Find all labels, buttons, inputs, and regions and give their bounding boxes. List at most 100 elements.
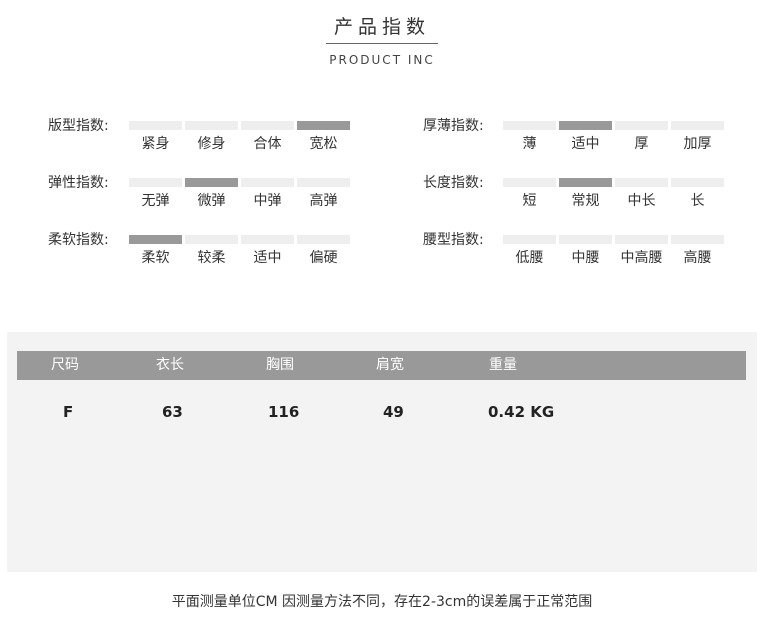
index-bar bbox=[503, 121, 556, 130]
size-table-header: 尺码 衣长 胸围 肩宽 重量 bbox=[17, 351, 746, 380]
index-option: 高腰 bbox=[671, 235, 724, 267]
index-option: 柔软 bbox=[129, 235, 182, 267]
index-bar bbox=[129, 235, 182, 244]
index-bar bbox=[503, 178, 556, 187]
index-option-label: 低腰 bbox=[515, 250, 544, 266]
index-option: 无弹 bbox=[129, 178, 182, 210]
index-bar bbox=[559, 178, 612, 187]
index-option: 短 bbox=[503, 178, 556, 210]
cell-shoulder: 49 bbox=[383, 403, 404, 421]
index-bar bbox=[615, 178, 668, 187]
page-title: 产品指数 bbox=[333, 16, 430, 38]
index-bar bbox=[185, 178, 238, 187]
index-option-label: 中腰 bbox=[571, 250, 600, 266]
index-softness: 柔软指数: 柔软 较柔 适中 偏硬 bbox=[48, 231, 358, 271]
index-bar bbox=[129, 178, 182, 187]
index-option: 修身 bbox=[185, 121, 238, 153]
index-option-label: 厚 bbox=[634, 136, 649, 152]
index-label: 柔软指数: bbox=[48, 232, 109, 248]
cell-length: 63 bbox=[162, 403, 183, 421]
page-subtitle: PRODUCT INC bbox=[329, 53, 435, 67]
index-option-label: 柔软 bbox=[141, 250, 170, 266]
index-option: 低腰 bbox=[503, 235, 556, 267]
index-thickness: 厚薄指数: 薄 适中 厚 加厚 bbox=[423, 117, 733, 157]
index-fit: 版型指数: 紧身 修身 合体 宽松 bbox=[48, 117, 358, 157]
index-elasticity: 弹性指数: 无弹 微弹 中弹 高弹 bbox=[48, 174, 358, 214]
index-bar bbox=[671, 178, 724, 187]
index-option-label: 无弹 bbox=[141, 193, 170, 209]
index-waist: 腰型指数: 低腰 中腰 中高腰 高腰 bbox=[423, 231, 733, 271]
index-option: 微弹 bbox=[185, 178, 238, 210]
index-option-label: 较柔 bbox=[197, 250, 226, 266]
header-weight: 重量 bbox=[489, 357, 517, 373]
index-option-label: 宽松 bbox=[309, 136, 338, 152]
index-bar bbox=[185, 121, 238, 130]
index-option-label: 中长 bbox=[627, 193, 656, 209]
index-option: 常规 bbox=[559, 178, 612, 210]
index-bar bbox=[297, 235, 350, 244]
index-label: 长度指数: bbox=[423, 175, 484, 191]
index-bar bbox=[241, 178, 294, 187]
index-option: 紧身 bbox=[129, 121, 182, 153]
title-underline bbox=[326, 43, 438, 44]
index-option-label: 短 bbox=[522, 193, 537, 209]
index-option-label: 合体 bbox=[253, 136, 282, 152]
cell-size: F bbox=[63, 403, 74, 421]
index-option-label: 高腰 bbox=[683, 250, 712, 266]
index-option: 适中 bbox=[559, 121, 612, 153]
index-label: 厚薄指数: bbox=[423, 118, 484, 134]
index-option: 偏硬 bbox=[297, 235, 350, 267]
index-option: 中长 bbox=[615, 178, 668, 210]
index-option-label: 紧身 bbox=[141, 136, 170, 152]
index-label: 版型指数: bbox=[48, 118, 109, 134]
index-option-label: 微弹 bbox=[197, 193, 226, 209]
index-option-label: 偏硬 bbox=[309, 250, 338, 266]
index-option-label: 常规 bbox=[571, 193, 600, 209]
index-option: 中腰 bbox=[559, 235, 612, 267]
index-bar bbox=[503, 235, 556, 244]
index-option: 适中 bbox=[241, 235, 294, 267]
index-option: 高弹 bbox=[297, 178, 350, 210]
index-label: 腰型指数: bbox=[423, 232, 484, 248]
index-option: 中弹 bbox=[241, 178, 294, 210]
index-option: 加厚 bbox=[671, 121, 724, 153]
cell-weight: 0.42 KG bbox=[488, 403, 555, 421]
index-option: 薄 bbox=[503, 121, 556, 153]
index-bar bbox=[297, 121, 350, 130]
index-bar bbox=[615, 235, 668, 244]
header-chest: 胸围 bbox=[266, 357, 294, 373]
header-size: 尺码 bbox=[51, 357, 79, 373]
index-option-label: 适中 bbox=[253, 250, 282, 266]
index-bar bbox=[559, 121, 612, 130]
index-bar bbox=[671, 235, 724, 244]
index-option-label: 中弹 bbox=[253, 193, 282, 209]
index-label: 弹性指数: bbox=[48, 175, 109, 191]
index-option-label: 中高腰 bbox=[620, 250, 663, 266]
index-bar bbox=[559, 235, 612, 244]
index-option-label: 加厚 bbox=[683, 136, 712, 152]
index-option: 宽松 bbox=[297, 121, 350, 153]
cell-chest: 116 bbox=[268, 403, 300, 421]
size-table-panel: 尺码 衣长 胸围 肩宽 重量 F 63 116 49 0.42 KG bbox=[7, 332, 757, 572]
index-option: 中高腰 bbox=[615, 235, 668, 267]
index-option-label: 高弹 bbox=[309, 193, 338, 209]
index-bar bbox=[241, 121, 294, 130]
index-bar bbox=[615, 121, 668, 130]
index-option-label: 适中 bbox=[571, 136, 600, 152]
measurement-note: 平面测量单位CM 因测量方法不同，存在2-3cm的误差属于正常范围 bbox=[171, 594, 593, 610]
index-bar bbox=[241, 235, 294, 244]
index-option: 较柔 bbox=[185, 235, 238, 267]
index-bar bbox=[671, 121, 724, 130]
index-option: 厚 bbox=[615, 121, 668, 153]
index-option: 合体 bbox=[241, 121, 294, 153]
index-option-label: 修身 bbox=[197, 136, 226, 152]
index-bar bbox=[185, 235, 238, 244]
header-length: 衣长 bbox=[156, 357, 184, 373]
index-bar bbox=[297, 178, 350, 187]
index-option-label: 薄 bbox=[522, 136, 537, 152]
index-option: 长 bbox=[671, 178, 724, 210]
index-option-label: 长 bbox=[690, 193, 705, 209]
header-shoulder: 肩宽 bbox=[376, 357, 404, 373]
index-length: 长度指数: 短 常规 中长 长 bbox=[423, 174, 733, 214]
index-bar bbox=[129, 121, 182, 130]
